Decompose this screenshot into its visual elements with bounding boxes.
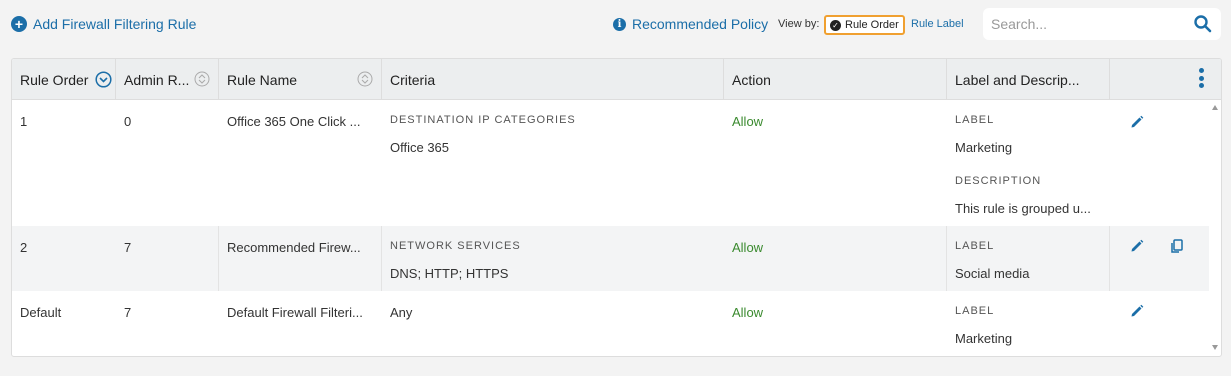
label-heading: LABEL bbox=[955, 240, 995, 252]
rule-name-value[interactable]: Default Firewall Filteri... bbox=[227, 305, 363, 320]
column-criteria[interactable]: Criteria bbox=[382, 59, 724, 100]
view-rule-order-button[interactable]: ✓ Rule Order bbox=[824, 15, 905, 35]
rule-order-toggle-label: Rule Order bbox=[845, 19, 899, 31]
info-icon: i bbox=[613, 17, 626, 31]
toolbar: + Add Firewall Filtering Rule i Recommen… bbox=[0, 0, 1231, 52]
sort-icon[interactable] bbox=[357, 71, 373, 87]
search-input[interactable] bbox=[991, 16, 1193, 32]
action-value: Allow bbox=[732, 305, 764, 320]
scroll-up-icon[interactable] bbox=[1212, 105, 1218, 110]
edit-pencil-icon[interactable] bbox=[1129, 114, 1145, 130]
column-label: Rule Name bbox=[227, 71, 298, 88]
admin-rank-value: 0 bbox=[124, 114, 132, 129]
rule-name-value[interactable]: Office 365 One Click ... bbox=[227, 114, 360, 129]
check-circle-icon: ✓ bbox=[830, 19, 841, 31]
admin-rank-value: 7 bbox=[124, 305, 132, 320]
criteria-value: Office 365 bbox=[390, 140, 450, 155]
action-value: Allow bbox=[732, 114, 764, 129]
criteria-value: DNS; HTTP; HTTPS bbox=[390, 266, 509, 281]
column-divider bbox=[1109, 226, 1110, 291]
add-rule-label: Add Firewall Filtering Rule bbox=[33, 16, 197, 32]
criteria-heading: DESTINATION IP CATEGORIES bbox=[390, 114, 576, 126]
table-row: 1 0 Office 365 One Click ... DESTINATION… bbox=[12, 100, 1209, 226]
column-label: Criteria bbox=[390, 71, 436, 88]
search-box bbox=[983, 8, 1221, 40]
column-divider bbox=[381, 226, 382, 291]
column-label: Admin R... bbox=[124, 71, 190, 88]
recommended-policy-link[interactable]: i Recommended Policy bbox=[613, 16, 768, 32]
criteria-heading: NETWORK SERVICES bbox=[390, 240, 521, 252]
scroll-down-icon[interactable] bbox=[1212, 345, 1218, 350]
column-rule-order[interactable]: Rule Order bbox=[12, 59, 116, 100]
column-divider bbox=[218, 226, 219, 291]
column-label-description[interactable]: Label and Descrip... bbox=[947, 59, 1110, 100]
recommended-policy-label: Recommended Policy bbox=[632, 16, 769, 32]
label-value: Marketing bbox=[955, 140, 1013, 155]
label-heading: LABEL bbox=[955, 114, 995, 126]
copy-icon[interactable] bbox=[1169, 238, 1185, 254]
column-label: Action bbox=[732, 71, 771, 88]
description-value: This rule is grouped u... bbox=[955, 201, 1091, 216]
table-row: 2 7 Recommended Firew... NETWORK SERVICE… bbox=[12, 226, 1209, 291]
rules-table: Rule Order Admin R... Rule Name Criteria… bbox=[11, 58, 1222, 357]
label-heading: LABEL bbox=[955, 305, 995, 317]
admin-rank-value: 7 bbox=[124, 240, 132, 255]
column-label: Rule Order bbox=[20, 71, 89, 88]
label-value: Social media bbox=[955, 266, 1030, 281]
view-rule-label-button[interactable]: Rule Label bbox=[911, 18, 964, 30]
column-divider bbox=[946, 226, 947, 291]
column-admin-rank[interactable]: Admin R... bbox=[116, 59, 219, 100]
criteria-value: Any bbox=[390, 305, 413, 320]
edit-pencil-icon[interactable] bbox=[1129, 238, 1145, 254]
rule-order-value: Default bbox=[20, 305, 62, 320]
sort-icon[interactable] bbox=[194, 71, 210, 87]
description-heading: DESCRIPTION bbox=[955, 175, 1042, 187]
column-rule-name[interactable]: Rule Name bbox=[219, 59, 382, 100]
view-by-label: View by: bbox=[778, 18, 820, 30]
table-row: Default 7 Default Firewall Filteri... An… bbox=[12, 291, 1209, 356]
column-options-icon[interactable] bbox=[1199, 68, 1205, 90]
edit-pencil-icon[interactable] bbox=[1129, 303, 1145, 319]
table-header: Rule Order Admin R... Rule Name Criteria… bbox=[12, 59, 1221, 100]
plus-circle-icon: + bbox=[11, 16, 27, 32]
search-icon[interactable] bbox=[1193, 14, 1213, 34]
action-value: Allow bbox=[732, 240, 764, 255]
column-label: Label and Descrip... bbox=[955, 71, 1080, 88]
rule-order-value: 2 bbox=[20, 240, 28, 255]
label-value: Marketing bbox=[955, 331, 1013, 346]
column-action[interactable]: Action bbox=[724, 59, 947, 100]
rule-order-value: 1 bbox=[20, 114, 28, 129]
vertical-scrollbar[interactable] bbox=[1209, 101, 1221, 356]
add-firewall-rule-button[interactable]: + Add Firewall Filtering Rule bbox=[11, 16, 196, 32]
sort-down-icon[interactable] bbox=[95, 71, 112, 88]
rule-name-value[interactable]: Recommended Firew... bbox=[227, 240, 361, 255]
